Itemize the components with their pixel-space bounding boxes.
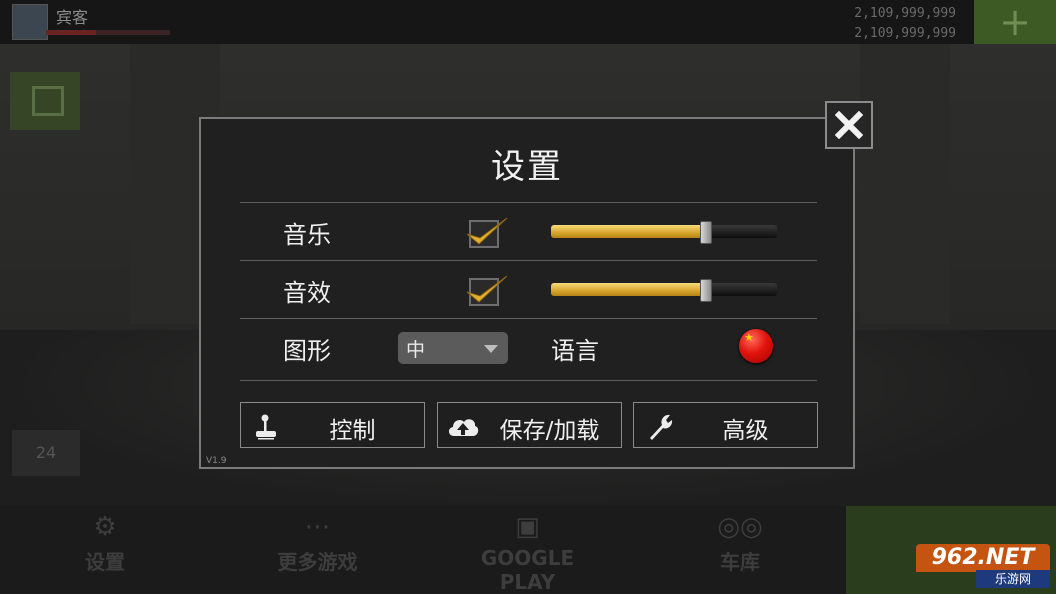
timer-icon[interactable]: 24 xyxy=(12,430,80,476)
graphics-quality-value: 中 xyxy=(406,339,426,361)
divider xyxy=(240,380,817,381)
bottom-nav: ⚙ 设置 ⋯ 更多游戏 ▣ GOOGLE PLAY ◎◎ 车库 xyxy=(0,506,1056,594)
top-hud-bar: 宾客 2,109,999,999 2,109,999,999 + xyxy=(0,0,1056,44)
sound-effects-checkbox[interactable] xyxy=(465,274,508,306)
music-volume-slider[interactable] xyxy=(551,221,777,244)
music-checkbox[interactable] xyxy=(465,216,508,248)
divider xyxy=(240,318,817,319)
language-label: 语言 xyxy=(551,337,599,365)
slider-handle[interactable] xyxy=(700,279,712,302)
nav-label: GOOGLE PLAY xyxy=(480,546,575,594)
nav-more-games[interactable]: ⋯ 更多游戏 xyxy=(250,506,385,594)
wrench-icon xyxy=(650,414,673,440)
settings-dialog: 设置 音乐 音效 图形 中 语言 ★ 控制 保存/加载 高级 V1.9 xyxy=(199,117,855,469)
nav-label: 设置 xyxy=(85,550,125,574)
version-label: V1.9 xyxy=(206,456,227,466)
china-flag-icon[interactable]: ★ xyxy=(739,329,773,363)
watermark-brand: 962.NET xyxy=(916,544,1050,572)
close-icon xyxy=(835,111,863,139)
checkmark-icon xyxy=(466,275,508,303)
divider xyxy=(240,202,817,203)
dialog-title: 设置 xyxy=(491,147,563,187)
gamepad-icon: ▣ xyxy=(515,512,540,542)
sound-effects-volume-slider[interactable] xyxy=(551,279,777,302)
xp-bar xyxy=(46,30,170,35)
controls-label: 控制 xyxy=(329,418,376,444)
watermark-sub: 乐游网 xyxy=(976,570,1050,588)
pillar xyxy=(860,44,950,324)
nav-label: 更多游戏 xyxy=(277,550,358,574)
add-currency-button[interactable]: + xyxy=(974,0,1056,44)
cloud-upload-icon xyxy=(448,419,479,436)
advanced-button[interactable]: 高级 xyxy=(633,402,818,448)
motorcycle-icon: ◎◎ xyxy=(717,512,763,542)
slider-handle[interactable] xyxy=(700,221,712,244)
advanced-label: 高级 xyxy=(722,418,769,444)
checkmark-icon xyxy=(466,217,508,245)
avatar[interactable] xyxy=(12,4,48,40)
close-button[interactable] xyxy=(825,101,873,149)
nav-garage[interactable]: ◎◎ 车库 xyxy=(690,506,790,594)
chat-dots-icon: ⋯ xyxy=(304,512,331,542)
nav-settings[interactable]: ⚙ 设置 xyxy=(60,506,150,594)
cash-amount: 2,109,999,999 xyxy=(854,6,956,21)
graphics-quality-dropdown[interactable]: 中 xyxy=(398,332,508,364)
nav-label: 车库 xyxy=(720,550,760,574)
gift-button[interactable] xyxy=(10,72,80,130)
nav-google-play[interactable]: ▣ GOOGLE PLAY xyxy=(470,506,585,594)
watermark-logo: 962.NET 乐游网 xyxy=(916,544,1050,590)
gear-icon: ⚙ xyxy=(93,512,117,542)
gold-amount: 2,109,999,999 xyxy=(854,26,956,41)
save-load-button[interactable]: 保存/加载 xyxy=(437,402,622,448)
divider xyxy=(240,260,817,261)
save-load-label: 保存/加载 xyxy=(499,418,600,444)
joystick-icon xyxy=(256,414,276,440)
flag-star: ★ xyxy=(744,331,754,344)
player-name: 宾客 xyxy=(56,8,89,27)
sound-effects-label: 音效 xyxy=(283,279,331,307)
graphics-label: 图形 xyxy=(283,337,331,365)
gift-icon xyxy=(32,86,64,116)
controls-button[interactable]: 控制 xyxy=(240,402,425,448)
music-label: 音乐 xyxy=(283,221,331,249)
chevron-down-icon xyxy=(484,345,498,353)
